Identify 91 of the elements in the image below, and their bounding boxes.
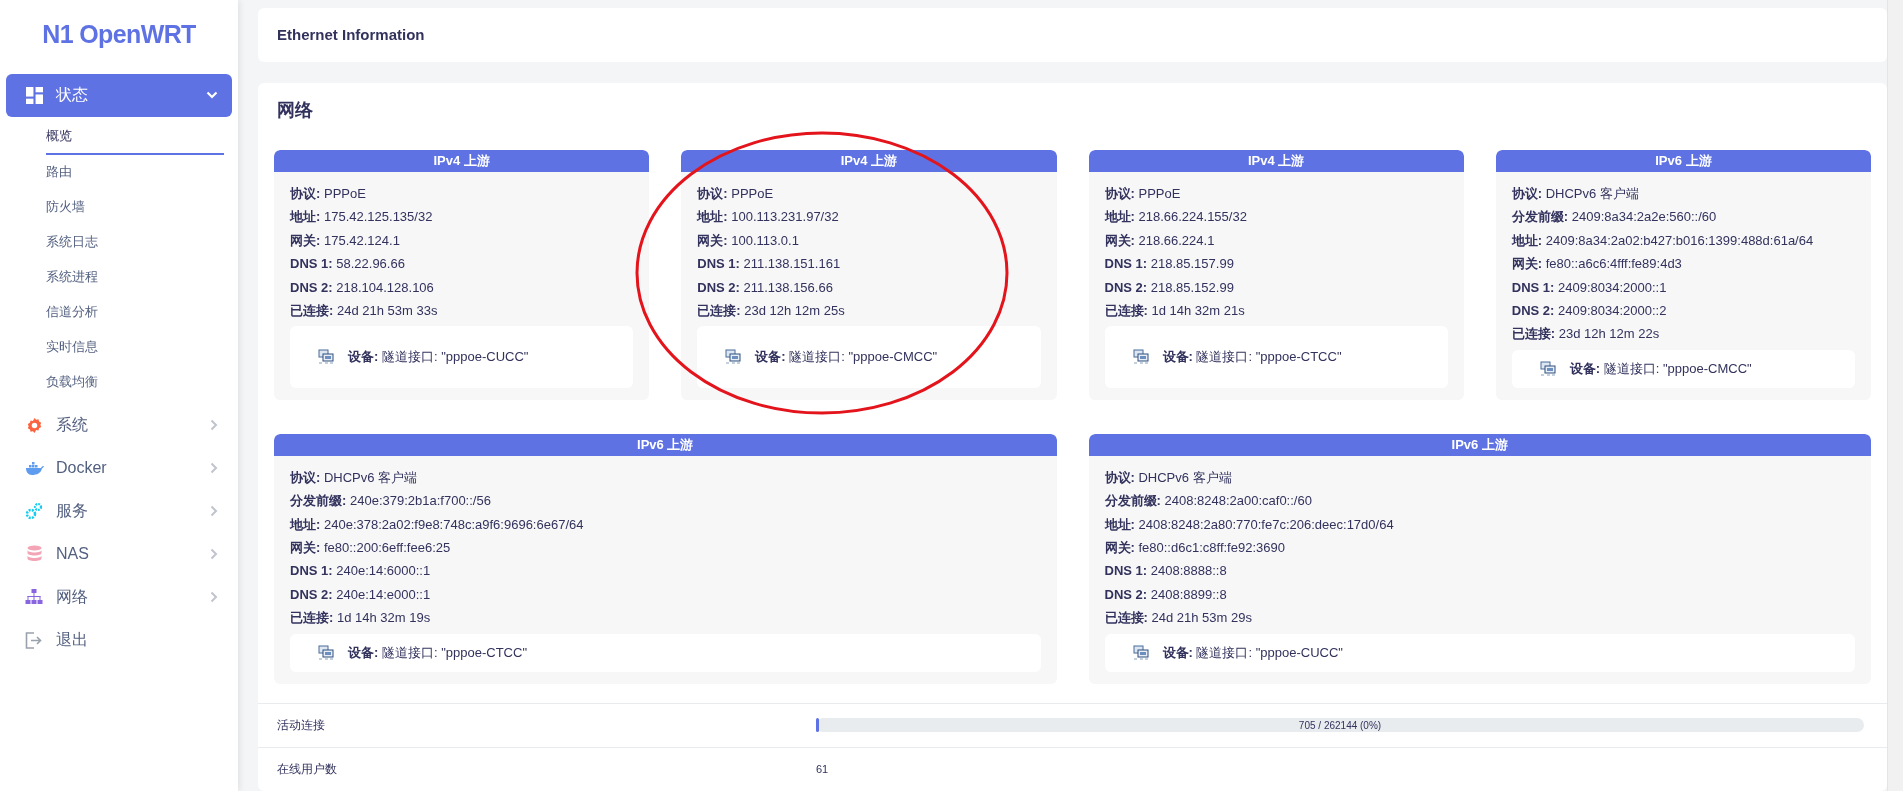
device-text: 设备: 隧道接口: "pppoe-CUCC" [348,348,529,367]
info-line: 协议: DHCPv6 客户端 [1511,185,1640,203]
menu-item[interactable]: NAS [6,532,232,576]
dashboard-icon [24,86,44,104]
computer-icon [1132,644,1149,661]
computer-icon [318,349,334,366]
device-text: 设备: 隧道接口: "pppoe-CTCC" [348,643,527,662]
submenu-item[interactable]: 信道分析 [46,294,224,330]
submenu-item[interactable]: 概览 [46,119,224,155]
info-line: DNS 1: 240e:14:6000::1 [290,562,432,581]
info-line: 分发前缀: 240e:379:2b1a:f700::/56 [290,492,492,511]
chevron-right-icon [210,419,218,431]
whale-icon [24,460,44,476]
card-header: IPv6 上游 [274,433,1057,456]
info-line: DNS 1: 211.138.151.161 [697,255,842,274]
info-line: 已连接: 23d 12h 12m 22s [1511,325,1661,344]
device-text: 设备: 隧道接口: "pppoe-CMCC" [1569,360,1752,379]
info-line: 分发前缀: 2408:8248:2a00:caf0::/60 [1104,492,1313,511]
info-line: DNS 2: 2408:8899::8 [1104,585,1228,604]
info-line: 协议: PPPoE [1104,185,1182,203]
info-line: DNS 1: 218.85.157.99 [1104,255,1235,274]
info-line: 协议: DHCPv6 客户端 [290,468,419,487]
info-line: 协议: PPPoE [290,185,367,203]
info-line: 地址: 2408:8248:2a80:770:fe7c:206:deec:17d0/64 [1104,515,1395,534]
info-line: 已连接: 1d 14h 32m 19s [290,609,432,628]
info-line: 地址: 175.42.125.135/32 [290,208,434,227]
info-line: DNS 2: 218.85.152.99 [1104,278,1235,297]
chevron-right-icon [210,591,218,603]
info-line: 地址: 2409:8a34:2a02:b427:b016:1399:488d:61a/64 [1511,231,1815,250]
info-line: DNS 2: 2409:8034:2000::2 [1511,302,1668,321]
info-line: 网关: 175.42.124.1 [290,231,401,250]
info-line: 地址: 100.113.231.97/32 [697,208,840,227]
info-line: 已连接: 1d 14h 32m 21s [1104,302,1246,321]
sitemap-icon [24,589,44,605]
card-header: IPv4 上游 [681,150,1057,172]
menu-item[interactable]: Docker [6,446,232,490]
chevron-right-icon [210,462,218,474]
info-line: 网关: 218.66.224.1 [1104,231,1216,250]
computer-icon [318,644,334,661]
menu-item[interactable]: 系统 [6,403,232,447]
chevron-right-icon [210,548,218,560]
submenu-item[interactable]: 负载均衡 [46,364,224,400]
device-text: 设备: 隧道接口: "pppoe-CUCC" [1162,643,1343,662]
gears-icon [24,502,44,520]
card-header: IPv6 上游 [1495,150,1871,172]
computer-icon [1132,349,1149,366]
submenu-item[interactable]: 路由 [46,154,224,190]
info-line: DNS 2: 240e:14:e000::1 [290,585,432,604]
logout-icon [24,631,44,649]
info-line: 网关: fe80::d6c1:c8ff:fe92:3690 [1104,539,1286,558]
info-line: 网关: 100.113.0.1 [697,231,800,250]
row-value: 61 [816,761,829,777]
menu-item[interactable]: 状态 [6,73,232,117]
submenu-item[interactable]: 防火墙 [46,189,224,225]
device-text: 设备: 隧道接口: "pppoe-CTCC" [1162,348,1342,367]
row-label: 活动连接 [277,717,326,735]
info-line: DNS 2: 211.138.156.66 [697,278,834,297]
computer-icon [1539,360,1556,377]
submenu-item[interactable]: 实时信息 [46,329,224,365]
scrollbar[interactable] [1887,0,1903,791]
info-line: 协议: PPPoE [697,185,775,203]
row-label: 在线用户数 [277,761,338,779]
card-title: Ethernet Information [277,24,425,45]
info-line: DNS 1: 2409:8034:2000::1 [1511,278,1668,297]
logo: N1 OpenWRT [41,19,197,50]
info-line: 已连接: 24d 21h 53m 29s [1104,609,1253,628]
info-line: DNS 1: 2408:8888::8 [1104,562,1228,581]
submenu-item[interactable]: 系统日志 [46,224,224,260]
info-line: DNS 2: 218.104.128.106 [290,278,435,297]
menu-item[interactable]: 服务 [6,489,232,533]
info-line: 已连接: 23d 12h 12m 25s [697,302,846,321]
card-header: IPv4 上游 [1088,150,1464,172]
info-line: DNS 1: 58.22.96.66 [290,255,406,274]
section-title: 网络 [276,98,314,122]
card-header: IPv6 上游 [1088,433,1871,456]
device-text: 设备: 隧道接口: "pppoe-CMCC" [755,348,938,367]
computer-icon [725,349,742,366]
chevron-down-icon [206,91,218,99]
info-line: 分发前缀: 2409:8a34:2a2e:560::/60 [1511,208,1718,227]
info-line: 已连接: 24d 21h 53m 33s [290,302,439,321]
progress-reading: 705 / 262144 (0%) [1297,718,1383,733]
card-header: IPv4 上游 [274,150,650,172]
submenu-item[interactable]: 系统进程 [46,259,224,295]
info-line: 协议: DHCPv6 客户端 [1104,468,1233,487]
info-line: 网关: fe80::a6c6:4fff:fe89:4d3 [1511,255,1683,274]
info-line: 地址: 240e:378:2a02:f9e8:748c:a9f6:9696:6e67/64 [290,515,585,534]
menu-item[interactable]: 网络 [6,575,232,619]
info-line: 网关: fe80::200:6eff:fee6:25 [290,539,452,558]
menu-item[interactable]: 退出 [6,618,232,662]
info-line: 地址: 218.66.224.155/32 [1104,208,1248,227]
chevron-right-icon [210,505,218,517]
